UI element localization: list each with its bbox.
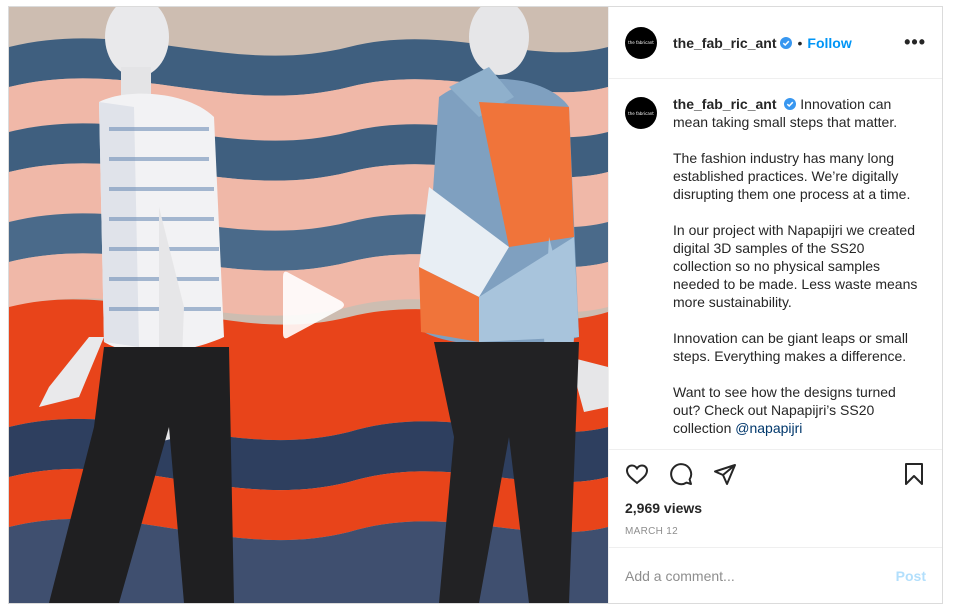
view-count[interactable]: 2,969 views xyxy=(625,500,926,516)
share-icon[interactable] xyxy=(713,462,737,486)
caption-username[interactable]: the_fab_ric_ant xyxy=(673,96,776,112)
play-icon[interactable] xyxy=(281,269,345,341)
separator-dot: • xyxy=(797,34,803,51)
mention-link[interactable]: @napapijri xyxy=(735,420,802,436)
comment-input[interactable] xyxy=(625,567,896,584)
caption: the fabricant the_fab_ric_ant Innovation… xyxy=(625,95,926,449)
comments-section: the fabricant the_fab_ric_ant Innovation… xyxy=(609,79,942,449)
bookmark-icon[interactable] xyxy=(902,462,926,486)
post-actions: 2,969 views MARCH 12 xyxy=(609,449,942,547)
video-player[interactable] xyxy=(9,7,608,603)
comment-icon[interactable] xyxy=(669,462,693,486)
post-dialog: the fabricant the_fab_ric_ant • Follow •… xyxy=(8,6,943,604)
avatar[interactable]: the fabricant xyxy=(625,26,657,59)
verified-badge-icon xyxy=(780,36,793,49)
username-link[interactable]: the_fab_ric_ant xyxy=(673,35,776,51)
verified-badge-icon xyxy=(784,98,797,110)
follow-button[interactable]: Follow xyxy=(807,35,851,51)
action-icons xyxy=(625,450,926,498)
more-options-button[interactable]: ••• xyxy=(904,32,926,53)
caption-paragraph: The fashion industry has many long estab… xyxy=(673,150,911,202)
post-sidebar: the fabricant the_fab_ric_ant • Follow •… xyxy=(608,7,942,603)
caption-avatar[interactable]: the fabricant xyxy=(625,97,657,129)
comment-form: Post xyxy=(609,547,942,603)
post-comment-button[interactable]: Post xyxy=(896,568,926,584)
post-date[interactable]: MARCH 12 xyxy=(625,526,926,537)
heart-icon[interactable] xyxy=(625,462,649,486)
avatar-text: the fabricant xyxy=(628,110,654,116)
caption-paragraph: In our project with Napapijri we created… xyxy=(673,222,918,310)
caption-paragraph: Innovation can be giant leaps or small s… xyxy=(673,330,909,364)
post-header: the fabricant the_fab_ric_ant • Follow •… xyxy=(609,7,942,79)
caption-text: the_fab_ric_ant Innovation can mean taki… xyxy=(673,95,926,449)
avatar-text: the fabricant xyxy=(628,40,654,45)
